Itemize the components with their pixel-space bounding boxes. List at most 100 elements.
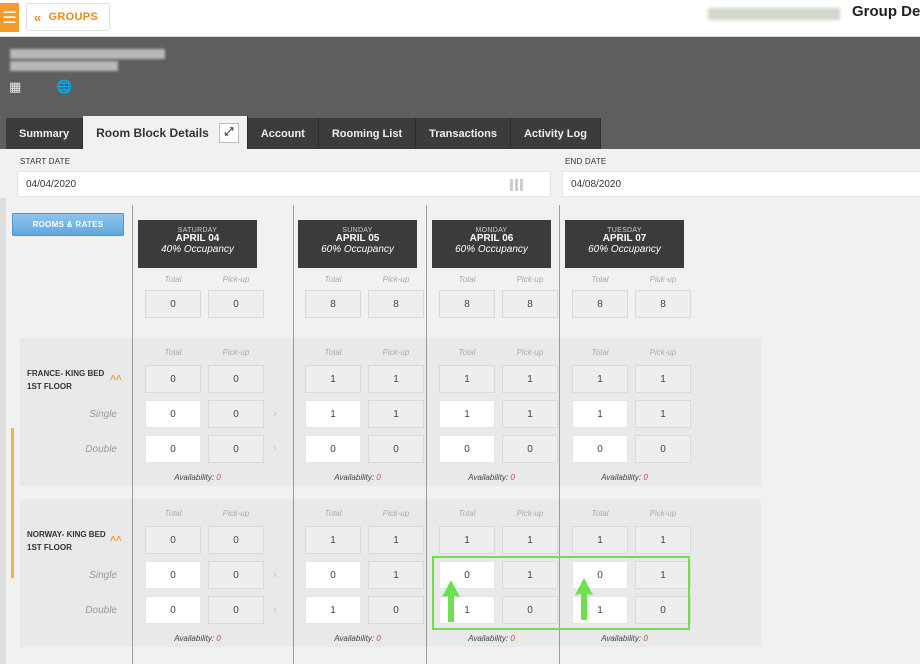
day-occupancy: 60% Occupancy — [588, 243, 661, 255]
double-pickup-cell: 0 — [208, 596, 264, 624]
double-rooms-input[interactable]: 0 — [145, 435, 201, 463]
left-gutter — [0, 198, 6, 664]
day-occupancy: 60% Occupancy — [321, 243, 394, 255]
room-pickup-cell: 1 — [635, 365, 691, 393]
room-total-cell: 1 — [305, 526, 361, 554]
pickup-header: Pick-up — [649, 509, 677, 518]
tab-account[interactable]: Account — [247, 118, 319, 149]
double-chevron-up-icon[interactable]: ˄˄ — [110, 534, 122, 545]
chevron-right-icon[interactable]: › — [273, 406, 277, 420]
hamburger-menu-icon[interactable]: ☰ — [0, 3, 19, 32]
single-pickup-cell: 0 — [208, 400, 264, 428]
double-rooms-input[interactable]: 0 — [439, 435, 495, 463]
room-pickup-cell: 1 — [502, 365, 558, 393]
room-name-line: FRANCE- KING BED — [27, 369, 105, 378]
tab-rooming-list[interactable]: Rooming List — [318, 118, 417, 149]
chevron-right-icon[interactable]: › — [273, 567, 277, 581]
room-total-cell: 0 — [145, 365, 201, 393]
double-rooms-input[interactable]: 0 — [572, 435, 628, 463]
double-label: Double — [85, 444, 117, 455]
groups-back-button[interactable]: « GROUPS — [26, 3, 110, 31]
end-date-value: 04/08/2020 — [571, 178, 622, 190]
building-icon[interactable]: ▦ — [9, 79, 21, 95]
day-pickup-cell: 0 — [208, 290, 264, 318]
room-name: NORWAY- KING BED 1ST FLOOR — [27, 529, 106, 555]
double-rooms-input[interactable]: 0 — [145, 596, 201, 624]
single-pickup-cell: 1 — [635, 400, 691, 428]
total-header: Total — [164, 275, 182, 284]
room-accent-bar — [11, 498, 14, 578]
pickup-header: Pick-up — [222, 275, 250, 284]
availability-label: Availability: — [601, 634, 642, 643]
room-name-line: NORWAY- KING BED — [27, 530, 106, 539]
total-header: Total — [458, 348, 476, 357]
total-header: Total — [324, 348, 342, 357]
expand-icon[interactable]: ⤢ — [218, 122, 239, 143]
availability-value: 0 — [643, 473, 648, 482]
tab-transactions[interactable]: Transactions — [416, 118, 511, 149]
day-total-cell: 0 — [145, 290, 201, 318]
pickup-header: Pick-up — [649, 275, 677, 284]
double-chevron-up-icon[interactable]: ˄˄ — [110, 373, 122, 384]
day-header: SATURDAY APRIL 04 40% Occupancy — [138, 220, 257, 268]
annotation-highlight-box — [432, 556, 690, 630]
room-pickup-cell: 1 — [635, 526, 691, 554]
availability-label: Availability: — [334, 473, 375, 482]
availability-value: 0 — [216, 473, 221, 482]
tab-activity-log[interactable]: Activity Log — [510, 118, 601, 149]
chevron-right-icon[interactable]: › — [273, 602, 277, 616]
single-rooms-input[interactable]: 1 — [305, 400, 361, 428]
redacted-text — [708, 8, 840, 20]
end-date-field[interactable]: 04/08/2020 — [562, 171, 920, 197]
availability-value: 0 — [376, 473, 381, 482]
single-rooms-input[interactable]: 1 — [572, 400, 628, 428]
day-total-cell: 8 — [305, 290, 361, 318]
chevron-right-icon[interactable]: › — [273, 441, 277, 455]
pickup-header: Pick-up — [649, 348, 677, 357]
availability-text: Availability: 0 — [298, 634, 417, 643]
globe-icon[interactable]: 🌐 — [56, 79, 72, 95]
day-header: TUESDAY APRIL 07 60% Occupancy — [565, 220, 684, 268]
single-rooms-input[interactable]: 0 — [145, 400, 201, 428]
room-accent-bar — [11, 428, 14, 498]
tab-room-block-details[interactable]: Room Block Details ⤢ — [83, 116, 248, 149]
availability-text: Availability: 0 — [138, 473, 257, 482]
availability-text: Availability: 0 — [565, 634, 684, 643]
room-total-cell: 1 — [305, 365, 361, 393]
double-pickup-cell: 0 — [502, 435, 558, 463]
availability-text: Availability: 0 — [432, 634, 551, 643]
groups-back-label: GROUPS — [48, 11, 99, 23]
rooms-and-rates-button[interactable]: ROOMS & RATES — [12, 213, 124, 236]
tab-summary[interactable]: Summary — [6, 118, 84, 149]
end-date-label: END DATE — [565, 157, 607, 166]
double-rooms-input[interactable]: 0 — [305, 435, 361, 463]
single-rooms-input[interactable]: 1 — [439, 400, 495, 428]
pickup-header: Pick-up — [516, 509, 544, 518]
availability-value: 0 — [376, 634, 381, 643]
start-date-field[interactable]: 04/04/2020 — [17, 171, 551, 197]
calendar-icon[interactable] — [510, 179, 524, 191]
pickup-header: Pick-up — [222, 509, 250, 518]
single-rooms-input[interactable]: 0 — [305, 561, 361, 589]
day-pickup-cell: 8 — [368, 290, 424, 318]
single-rooms-input[interactable]: 0 — [145, 561, 201, 589]
day-pickup-cell: 8 — [635, 290, 691, 318]
tab-bar: Summary Room Block Details ⤢ Account Roo… — [6, 116, 601, 149]
total-header: Total — [164, 509, 182, 518]
redacted-text — [10, 61, 118, 71]
room-total-cell: 1 — [439, 526, 495, 554]
room-total-cell: 1 — [572, 526, 628, 554]
double-rooms-input[interactable]: 1 — [305, 596, 361, 624]
pickup-header: Pick-up — [382, 275, 410, 284]
day-occupancy: 60% Occupancy — [455, 243, 528, 255]
pickup-header: Pick-up — [516, 348, 544, 357]
double-chevron-left-icon: « — [34, 9, 42, 25]
availability-value: 0 — [510, 473, 515, 482]
availability-label: Availability: — [468, 634, 509, 643]
availability-text: Availability: 0 — [432, 473, 551, 482]
total-header: Total — [458, 275, 476, 284]
single-pickup-cell: 1 — [368, 561, 424, 589]
day-pickup-cell: 8 — [502, 290, 558, 318]
single-label: Single — [89, 409, 117, 420]
double-pickup-cell: 0 — [635, 435, 691, 463]
